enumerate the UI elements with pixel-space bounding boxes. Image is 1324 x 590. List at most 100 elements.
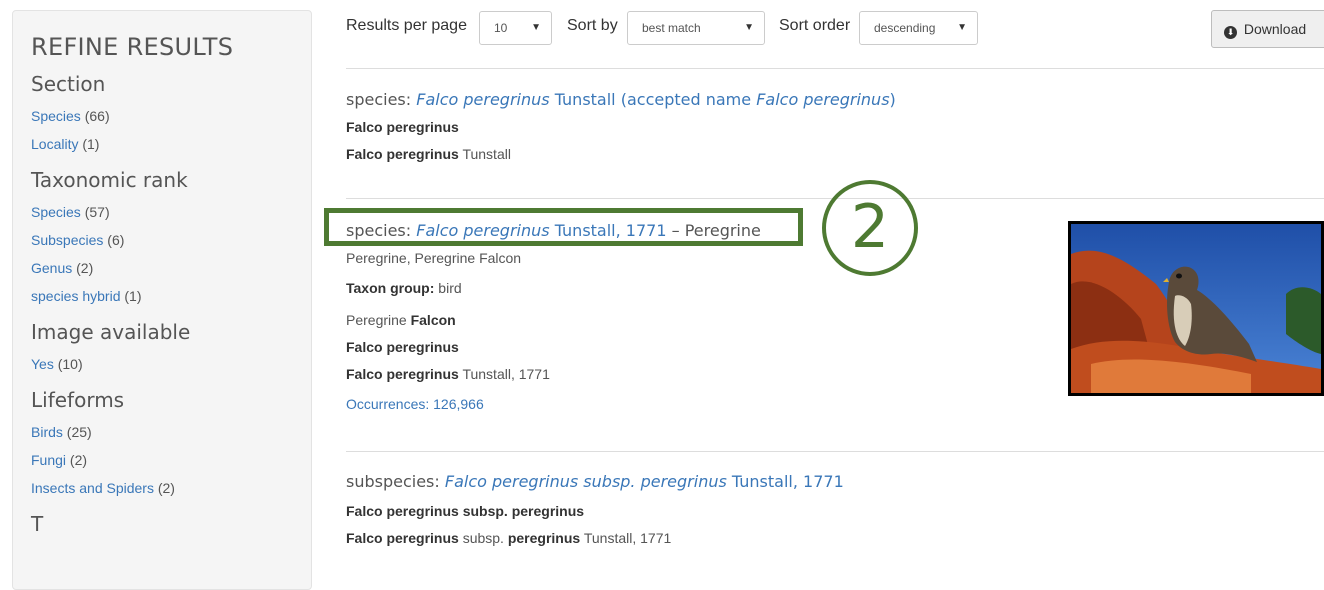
highlighted-name: Falco peregrinus [346,119,459,135]
facet-link-subspecies[interactable]: Subspecies [31,232,103,248]
download-icon: ⬇ [1224,26,1237,39]
facet-title-partial: T [31,512,44,536]
result-line: Falco peregrinus [346,119,1046,135]
divider [346,451,1324,452]
facet-link-locality[interactable]: Locality [31,136,78,152]
facet-count: (6) [107,232,125,248]
facet-section: Section Species (66) Locality (1) [31,72,311,158]
facet-link-insects-and-spiders[interactable]: Insects and Spiders [31,480,154,496]
result-rank: subspecies: [346,472,440,491]
chevron-down-icon: ▼ [744,22,754,33]
scientific-name: Falco peregrinus [416,90,550,109]
highlight-annotation-box [324,208,803,246]
results-per-page-value: 10 [494,21,508,35]
result-line: Falco peregrinus [346,339,1046,355]
facet-count: (2) [76,260,94,276]
highlighted-name: Falco peregrinus [346,339,459,355]
author: Tunstall, 1771 [731,472,844,491]
facet-item-species-hybrid: species hybrid (1) [31,282,311,310]
result-title-link[interactable]: Falco peregrinus subsp. peregrinus Tunst… [445,472,844,491]
facet-count: (66) [84,108,110,124]
sort-by-label: Sort by [567,17,618,34]
highlighted-name: Falcon [410,312,456,328]
results-per-page-select[interactable]: 10 ▼ [479,11,552,45]
highlighted-name: Falco peregrinus [346,530,459,546]
sort-order-value: descending [874,21,936,35]
result-thumbnail-image[interactable] [1068,221,1324,396]
scientific-name: Falco peregrinus subsp. peregrinus [444,472,727,491]
result-line: Falco peregrinus Tunstall, 1771 [346,366,1046,382]
refine-results-sidebar: REFINE RESULTS Section Species (66) Loca… [12,10,312,590]
peregrine-falcon-photo [1071,224,1321,393]
facet-count: (10) [57,356,83,372]
rank-marker: subsp. [462,530,504,546]
facet-link-birds[interactable]: Birds [31,424,63,440]
author: Tunstall, 1771 [583,530,672,546]
sort-order-label: Sort order [779,17,851,34]
facet-item-fungi: Fungi (2) [31,446,311,474]
facet-item-species-rank: Species (57) [31,198,311,226]
taxon-group-line: Taxon group: bird [346,280,1046,296]
facet-image-available: Image available Yes (10) [31,320,311,378]
facet-count: (25) [66,424,92,440]
facet-link-species[interactable]: Species [31,108,81,124]
result-line: Falco peregrinus Tunstall [346,146,1046,162]
facet-link-fungi[interactable]: Fungi [31,452,66,468]
occurrences-link[interactable]: Occurrences: 126,966 [346,396,484,412]
facet-title-image-available: Image available [31,320,191,344]
divider [346,68,1324,69]
author: Tunstall [554,90,616,109]
result-line: Peregrine Falcon [346,312,1046,328]
result-line: Falco peregrinus subsp. peregrinus [346,503,1046,519]
search-result: species: Falco peregrinus Tunstall (acce… [346,90,1046,162]
sort-by-select[interactable]: best match ▼ [627,11,765,45]
facet-title-lifeforms: Lifeforms [31,388,125,412]
taxon-group-value: bird [438,280,462,296]
highlighted-name: Falco peregrinus [346,146,459,162]
taxon-group-label: Taxon group: [346,280,435,296]
facet-link-species-hybrid[interactable]: species hybrid [31,288,121,304]
facet-item-insects-and-spiders: Insects and Spiders (2) [31,474,311,502]
facet-item-birds: Birds (25) [31,418,311,446]
facet-item-locality: Locality (1) [31,130,311,158]
facet-link-yes[interactable]: Yes [31,356,54,372]
facet-item-species: Species (66) [31,102,311,130]
facet-count: (1) [82,136,100,152]
result-rank: species: [346,90,412,109]
author: Tunstall [462,146,511,162]
facet-item-yes: Yes (10) [31,350,311,378]
common-plain: Peregrine [346,312,407,328]
author: Tunstall, 1771 [462,366,550,382]
step-number-badge: 2 [822,180,918,276]
download-label: Download [1243,21,1307,37]
sort-by-value: best match [642,21,701,35]
facet-count: (1) [124,288,142,304]
occurrences-line: Occurrences: 126,966 [346,396,1046,412]
facet-item-genus: Genus (2) [31,254,311,282]
accepted-prefix: (accepted name [620,90,752,109]
refine-results-title: REFINE RESULTS [31,33,234,61]
facet-title-taxonomic-rank: Taxonomic rank [31,168,188,192]
result-title: species: Falco peregrinus Tunstall (acce… [346,90,1046,109]
result-line: Falco peregrinus subsp. peregrinus Tunst… [346,530,1046,546]
facet-title-section: Section [31,72,106,96]
common-names-line: Peregrine, Peregrine Falcon [346,250,522,266]
facet-count: (57) [84,204,110,220]
download-button[interactable]: ⬇ Download [1211,10,1324,48]
sort-order-select[interactable]: descending ▼ [859,11,978,45]
facet-item-subspecies: Subspecies (6) [31,226,311,254]
search-result: species: Falco peregrinus Tunstall, 1771… [346,221,1046,412]
facet-count: (2) [69,452,88,468]
accepted-name: Falco peregrinus [756,90,890,109]
result-title-link[interactable]: Falco peregrinus Tunstall (accepted name… [416,90,896,109]
highlighted-name: Falco peregrinus subsp. peregrinus [346,503,585,519]
facet-link-species-rank[interactable]: Species [31,204,81,220]
accepted-suffix: ) [889,90,896,109]
results-toolbar: Results per page 10 ▼ Sort by best match… [346,10,1324,48]
result-title: subspecies: Falco peregrinus subsp. pere… [346,472,1046,491]
chevron-down-icon: ▼ [957,22,967,33]
facet-link-genus[interactable]: Genus [31,260,72,276]
results-per-page-label: Results per page [346,17,467,34]
chevron-down-icon: ▼ [531,22,541,33]
search-result: subspecies: Falco peregrinus subsp. pere… [346,472,1046,546]
